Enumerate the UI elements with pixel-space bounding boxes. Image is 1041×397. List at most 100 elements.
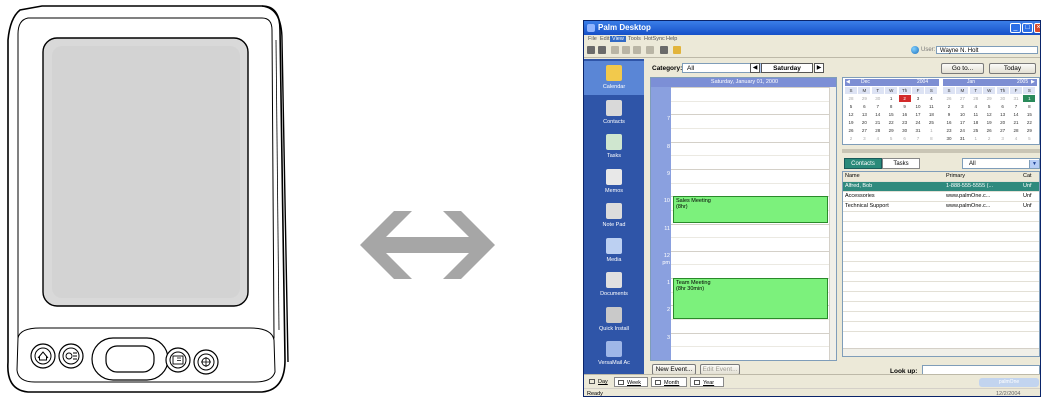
sidebar-item-note-pad[interactable]: Note Pad bbox=[584, 199, 644, 233]
calendar-day[interactable]: 8 bbox=[1023, 103, 1035, 110]
calendar-day[interactable]: 29 bbox=[885, 127, 897, 134]
calendar-day[interactable]: 22 bbox=[885, 119, 897, 126]
sidebar-item-memos[interactable]: Memos bbox=[584, 165, 644, 199]
triangle-right-icon[interactable]: ▶ bbox=[1031, 79, 1035, 86]
calendar-day[interactable]: 30 bbox=[943, 135, 955, 142]
calendar-event[interactable]: Sales Meeting (8hr) bbox=[673, 196, 828, 224]
tab-week[interactable]: Week bbox=[614, 377, 648, 387]
calendar-day[interactable]: 16 bbox=[943, 119, 955, 126]
calendar-day[interactable]: 29 bbox=[983, 95, 995, 102]
calendar-day[interactable]: 4 bbox=[1010, 135, 1022, 142]
calendar-day[interactable]: 1 bbox=[885, 95, 897, 102]
sidebar-item-versamail-ac[interactable]: VersaMail Ac bbox=[584, 337, 644, 371]
calendar-day[interactable]: 15 bbox=[885, 111, 897, 118]
calendar-day[interactable]: 23 bbox=[899, 119, 911, 126]
calendar-day[interactable]: 16 bbox=[899, 111, 911, 118]
calendar-day[interactable]: 6 bbox=[899, 135, 911, 142]
tab-contacts[interactable]: Contacts bbox=[844, 158, 882, 169]
calendar-day[interactable]: 22 bbox=[1023, 119, 1035, 126]
calendar-day[interactable]: 17 bbox=[912, 111, 924, 118]
panel-splitter[interactable] bbox=[842, 149, 1040, 153]
calendar-day[interactable]: 2 bbox=[898, 95, 911, 102]
calendar-day[interactable]: 13 bbox=[858, 111, 870, 118]
today-button[interactable]: Today bbox=[989, 63, 1036, 74]
calendar-day[interactable]: 30 bbox=[997, 95, 1009, 102]
tab-day[interactable]: Day bbox=[586, 377, 612, 387]
horizontal-scrollbar[interactable] bbox=[843, 348, 1039, 356]
contacts-button-icon[interactable] bbox=[165, 347, 191, 373]
find-icon[interactable] bbox=[660, 46, 668, 54]
cut-icon[interactable] bbox=[611, 46, 619, 54]
calendar-day[interactable]: 29 bbox=[858, 95, 870, 102]
calendar-day[interactable]: 2 bbox=[845, 135, 857, 142]
title-bar[interactable]: Palm Desktop _ □ × bbox=[584, 21, 1040, 35]
calendar-day[interactable]: 30 bbox=[872, 95, 884, 102]
calendar-event[interactable]: Team Meeting (8hr 30min) bbox=[673, 278, 828, 320]
user-select[interactable]: Wayne N. Holt bbox=[936, 46, 1038, 54]
calendar-day[interactable]: 9 bbox=[943, 111, 955, 118]
home-button-icon[interactable] bbox=[30, 343, 56, 369]
calendar-day[interactable]: 27 bbox=[858, 127, 870, 134]
five-way-navigator[interactable] bbox=[91, 337, 169, 381]
calendar-day[interactable]: 28 bbox=[845, 95, 857, 102]
calendar-day[interactable]: 30 bbox=[899, 127, 911, 134]
calendar-day[interactable]: 26 bbox=[983, 127, 995, 134]
sidebar-item-contacts[interactable]: Contacts bbox=[584, 96, 644, 130]
calendar-day[interactable]: 11 bbox=[925, 103, 937, 110]
calendar-day[interactable]: 10 bbox=[912, 103, 924, 110]
maximize-button[interactable]: □ bbox=[1022, 23, 1033, 33]
calendar-day[interactable]: 27 bbox=[997, 127, 1009, 134]
attach-icon[interactable] bbox=[673, 46, 681, 54]
calendar-day[interactable]: 19 bbox=[983, 119, 995, 126]
calendar-day[interactable]: 7 bbox=[912, 135, 924, 142]
calendar-day[interactable]: 28 bbox=[970, 95, 982, 102]
copy-icon[interactable] bbox=[622, 46, 630, 54]
calendar-day[interactable]: 17 bbox=[956, 119, 968, 126]
calendar-day[interactable]: 4 bbox=[970, 103, 982, 110]
sidebar-item-tasks[interactable]: Tasks bbox=[584, 130, 644, 164]
calendar-day[interactable]: 15 bbox=[1023, 111, 1035, 118]
minimize-button[interactable]: _ bbox=[1010, 23, 1021, 33]
calendar-day[interactable]: 28 bbox=[1010, 127, 1022, 134]
web-button-icon[interactable] bbox=[193, 349, 219, 375]
calendar-day[interactable]: 24 bbox=[912, 119, 924, 126]
tab-month[interactable]: Month bbox=[651, 377, 687, 387]
calendar-day[interactable]: 31 bbox=[912, 127, 924, 134]
calendar-day[interactable]: 27 bbox=[956, 95, 968, 102]
calendar-day[interactable]: 1 bbox=[925, 127, 937, 134]
undo-icon[interactable] bbox=[646, 46, 654, 54]
calendar-day[interactable]: 12 bbox=[845, 111, 857, 118]
previous-day-button[interactable]: ◀ bbox=[750, 63, 760, 73]
tab-year[interactable]: Year bbox=[690, 377, 724, 387]
menu-view[interactable]: View bbox=[610, 36, 626, 42]
calendar-day[interactable]: 31 bbox=[1010, 95, 1022, 102]
calendar-day[interactable]: 7 bbox=[1010, 103, 1022, 110]
save-icon[interactable] bbox=[587, 46, 595, 54]
column-header[interactable]: Name bbox=[845, 172, 860, 181]
calendar-day[interactable]: 20 bbox=[997, 119, 1009, 126]
calendar-day[interactable]: 3 bbox=[912, 95, 924, 102]
calendar-day[interactable]: 10 bbox=[956, 111, 968, 118]
calendar-button-icon[interactable] bbox=[58, 343, 84, 369]
calendar-day[interactable]: 21 bbox=[872, 119, 884, 126]
calendar-day[interactable]: 9 bbox=[899, 103, 911, 110]
sidebar-item-documents[interactable]: Documents bbox=[584, 268, 644, 302]
calendar-day[interactable]: 31 bbox=[956, 135, 968, 142]
calendar-day[interactable]: 19 bbox=[845, 119, 857, 126]
calendar-day[interactable]: 26 bbox=[943, 95, 955, 102]
contact-row[interactable]: Alfred, Bob 1-888-555-5555 (... Unf bbox=[843, 182, 1039, 192]
calendar-day[interactable]: 25 bbox=[925, 119, 937, 126]
menu-help[interactable]: Help bbox=[664, 36, 679, 42]
calendar-day[interactable]: 5 bbox=[845, 103, 857, 110]
calendar-day[interactable]: 12 bbox=[983, 111, 995, 118]
date-field[interactable]: Saturday bbox=[761, 63, 813, 73]
calendar-day[interactable]: 25 bbox=[970, 127, 982, 134]
calendar-day[interactable]: 3 bbox=[858, 135, 870, 142]
sidebar-item-quick-install[interactable]: Quick Install bbox=[584, 303, 644, 337]
menu-tools[interactable]: Tools bbox=[626, 36, 643, 42]
contacts-filter-select[interactable]: All ▼ bbox=[962, 158, 1040, 169]
calendar-day[interactable]: 13 bbox=[997, 111, 1009, 118]
calendar-day[interactable]: 5 bbox=[885, 135, 897, 142]
calendar-day[interactable]: 5 bbox=[1023, 135, 1035, 142]
calendar-day[interactable]: 4 bbox=[872, 135, 884, 142]
